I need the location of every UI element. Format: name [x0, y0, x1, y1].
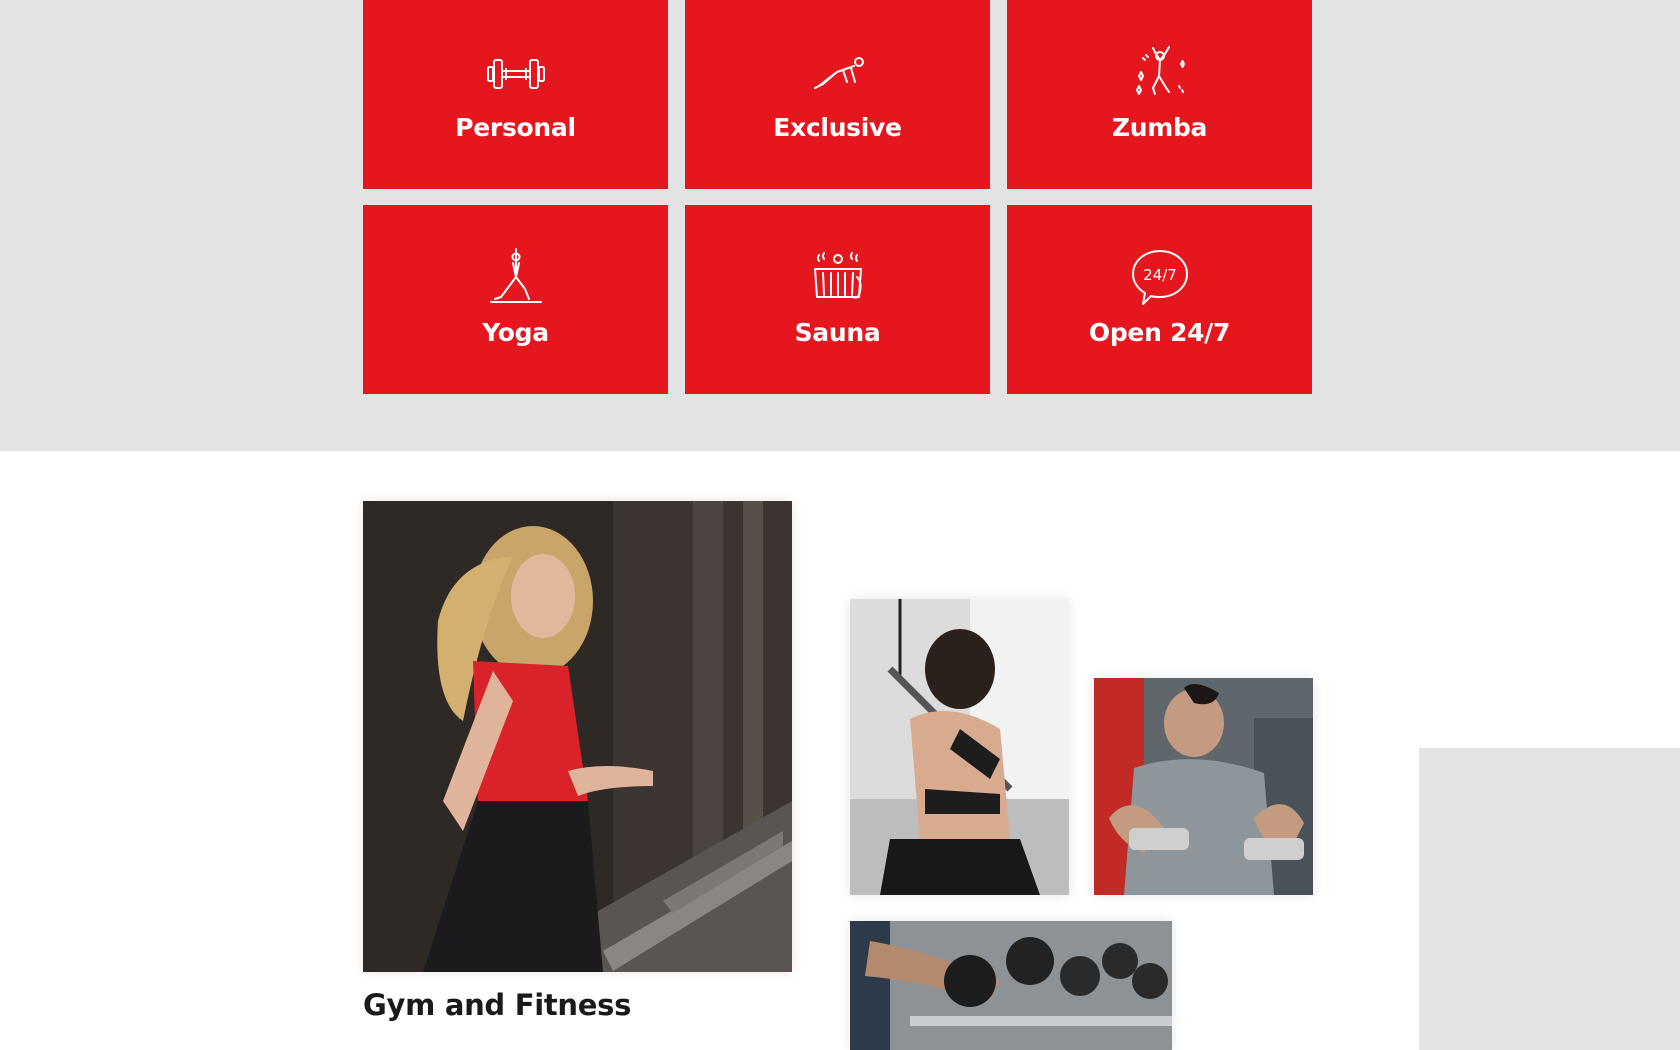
gallery-title: Gym and Fitness: [363, 988, 632, 1022]
svg-text:24/7: 24/7: [1143, 266, 1177, 284]
workout-icon: [807, 42, 869, 104]
service-tile-zumba[interactable]: Zumba: [1007, 0, 1312, 189]
side-panel: [1419, 748, 1680, 1050]
service-tile-open-24-7[interactable]: 24/7 Open 24/7: [1007, 205, 1312, 394]
service-tile-yoga[interactable]: Yoga: [363, 205, 668, 394]
tile-label: Zumba: [1111, 113, 1208, 142]
speech-bubble-24-7-icon: 24/7: [1129, 247, 1191, 309]
service-tile-exclusive[interactable]: Exclusive: [685, 0, 990, 189]
dumbbell-icon: [485, 42, 547, 104]
photo-lat-pulldown: [850, 599, 1069, 895]
sauna-icon: [807, 247, 869, 309]
tile-label: Exclusive: [773, 113, 902, 142]
photo-dumbbell-curl: [1094, 678, 1313, 895]
service-tile-personal[interactable]: Personal: [363, 0, 668, 189]
photo-treadmill-runner: [363, 501, 792, 972]
tile-label: Sauna: [794, 318, 881, 347]
photo-dumbbell-rack: [850, 921, 1172, 1050]
dance-icon: [1129, 42, 1191, 104]
service-tile-sauna[interactable]: Sauna: [685, 205, 990, 394]
tile-label: Open 24/7: [1088, 318, 1231, 347]
tile-label: Personal: [455, 113, 576, 142]
tile-label: Yoga: [482, 318, 549, 347]
yoga-icon: [485, 247, 547, 309]
